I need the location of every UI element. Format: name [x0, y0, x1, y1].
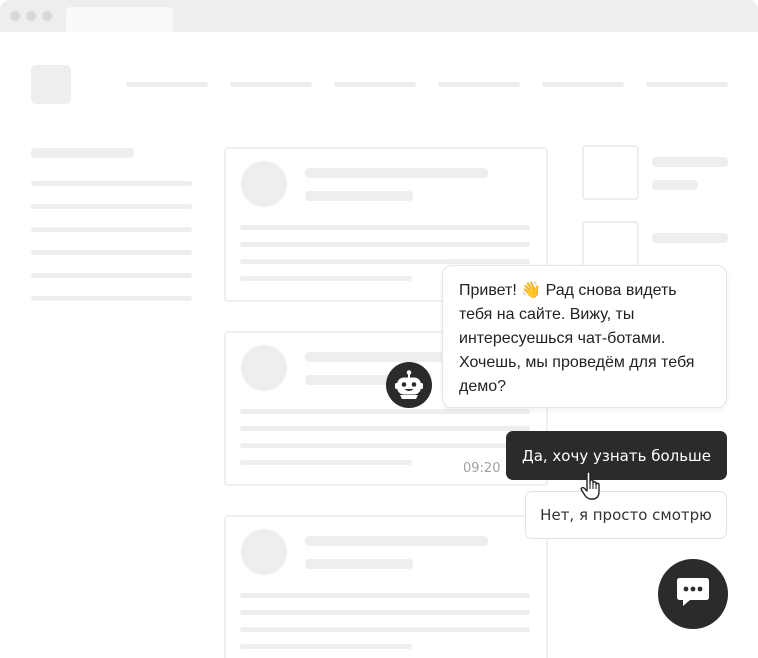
bot-message-line: Привет! 👋 Рад снова видеть [459, 282, 677, 299]
message-timestamp: 09:20 [463, 461, 501, 476]
bot-message-bubble: Привет! 👋 Рад снова видеть тебя на сайте… [442, 265, 727, 408]
chat-launcher-button[interactable] [658, 559, 728, 629]
title-placeholder [305, 536, 488, 546]
nav-item-placeholder [334, 82, 416, 87]
logo-placeholder [31, 65, 71, 104]
right-title-placeholder [652, 233, 728, 243]
text-line-placeholder [240, 593, 530, 598]
text-line-placeholder [240, 443, 530, 448]
text-line-placeholder [240, 460, 412, 465]
browser-tab[interactable] [66, 7, 173, 32]
robot-icon [386, 362, 432, 408]
right-title-placeholder [652, 157, 728, 167]
hand-pointer-icon [578, 470, 608, 502]
nav-item-placeholder [230, 82, 312, 87]
sidebar-line-placeholder [31, 227, 192, 232]
reply-no-button[interactable]: Нет, я просто смотрю [525, 491, 727, 539]
avatar-placeholder [241, 529, 287, 575]
bot-message-line: Хочешь, мы проведём для тебя [459, 354, 695, 371]
nav-item-placeholder [126, 82, 208, 87]
sidebar-line-placeholder [31, 181, 192, 186]
text-line-placeholder [240, 644, 412, 649]
browser-titlebar [0, 0, 758, 32]
nav-item-placeholder [646, 82, 728, 87]
text-line-placeholder [240, 426, 530, 431]
avatar-placeholder [241, 345, 287, 391]
text-line-placeholder [240, 225, 530, 230]
chat-bubble-icon [675, 576, 711, 613]
feed-card-placeholder [224, 515, 548, 658]
bot-message-line: демо? [459, 378, 507, 395]
sidebar-line-placeholder [31, 296, 192, 301]
text-line-placeholder [240, 627, 530, 632]
sidebar-line-placeholder [31, 250, 192, 255]
text-line-placeholder [240, 259, 530, 264]
sidebar-heading-placeholder [31, 148, 134, 158]
reply-yes-button[interactable]: Да, хочу узнать больше [506, 431, 727, 480]
nav-item-placeholder [542, 82, 624, 87]
bot-message-line: тебя на сайте. Вижу, ты [459, 306, 635, 323]
thumbnail-placeholder [582, 145, 639, 200]
subtitle-placeholder [305, 191, 413, 201]
sidebar-line-placeholder [31, 204, 192, 209]
text-line-placeholder [240, 409, 530, 414]
text-line-placeholder [240, 276, 412, 281]
browser-window: Привет! 👋 Рад снова видеть тебя на сайте… [0, 0, 758, 658]
avatar-placeholder [241, 161, 287, 207]
bot-message-line: интересуешься чат-ботами. [459, 330, 666, 347]
text-line-placeholder [240, 610, 530, 615]
window-control-dot[interactable] [10, 11, 20, 21]
window-control-dot[interactable] [42, 11, 52, 21]
title-placeholder [305, 168, 488, 178]
text-line-placeholder [240, 242, 530, 247]
nav-item-placeholder [438, 82, 520, 87]
subtitle-placeholder [305, 559, 413, 569]
right-subtitle-placeholder [652, 180, 698, 190]
sidebar-line-placeholder [31, 273, 192, 278]
window-control-dot[interactable] [26, 11, 36, 21]
